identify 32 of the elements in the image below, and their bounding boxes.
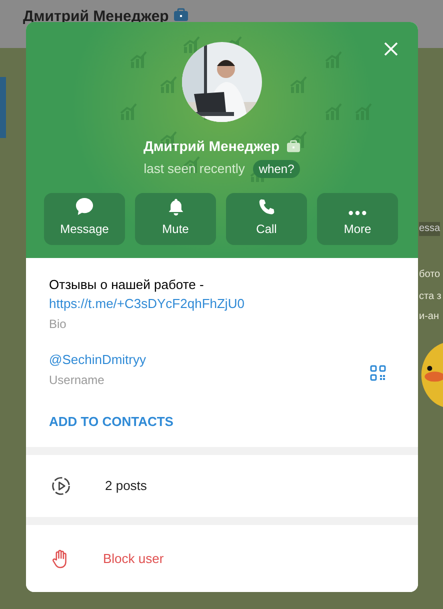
sidebar-strip — [0, 77, 6, 138]
when-button[interactable]: when? — [252, 160, 300, 178]
background-text: essa — [419, 222, 440, 236]
block-user-label: Block user — [103, 550, 164, 568]
background-text: бото — [419, 268, 440, 282]
briefcase-icon — [286, 140, 301, 153]
background-text: и-ан — [419, 310, 439, 324]
bio-text: Отзывы о нашей работе - — [49, 276, 205, 294]
bio-label: Bio — [49, 316, 68, 333]
close-icon — [384, 42, 398, 56]
chat-title: Дмитрий Менеджер — [23, 7, 169, 27]
chat-bubble-icon — [75, 196, 94, 216]
background-text: ста з — [419, 290, 442, 304]
username-label: Username — [49, 372, 106, 389]
profile-name: Дмитрий Менеджер — [143, 137, 280, 156]
bio-link[interactable]: https://t.me/+C3sDYcF2qhFhZjU0 — [49, 294, 395, 313]
block-user-button[interactable]: Block user — [26, 525, 418, 592]
phone-icon — [258, 198, 276, 216]
bell-icon — [166, 198, 184, 216]
briefcase-icon — [172, 8, 189, 22]
action-button[interactable]: Message — [44, 192, 125, 244]
hand-icon — [51, 548, 69, 568]
story-play-icon — [51, 476, 71, 496]
last-seen-text: last seen recently — [144, 160, 245, 178]
action-button[interactable]: Call — [226, 192, 307, 244]
posts-row[interactable]: 2 posts — [26, 455, 418, 517]
posts-label: 2 posts — [105, 477, 147, 496]
action-button[interactable]: More — [317, 192, 398, 244]
more-icon — [348, 210, 367, 216]
add-to-contacts-button[interactable]: ADD TO CONTACTS — [49, 412, 174, 432]
action-button[interactable]: Mute — [135, 192, 216, 244]
username-link[interactable]: @SechinDmitryy — [49, 350, 146, 369]
